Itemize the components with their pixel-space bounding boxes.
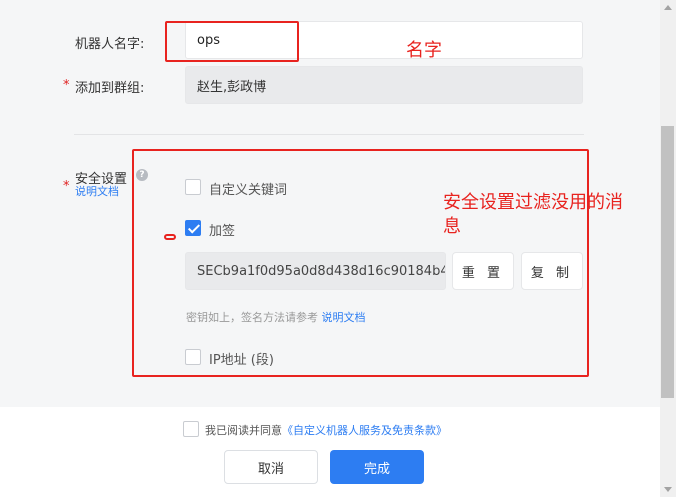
robot-settings-form: 机器人名字: ops * 添加到群组: 赵生,彭政博 * 安全设置 ? 说明文档… bbox=[0, 0, 660, 407]
security-annotation-text: 安全设置过滤没用的消 息 bbox=[443, 191, 657, 239]
section-divider bbox=[74, 134, 584, 135]
required-mark: * bbox=[63, 78, 70, 93]
annotation-mark bbox=[164, 234, 176, 240]
done-button[interactable]: 完成 bbox=[330, 450, 424, 484]
add-to-group-label: 添加到群组: bbox=[75, 81, 145, 96]
name-annotation-text: 名字 bbox=[406, 40, 442, 61]
cancel-button[interactable]: 取消 bbox=[224, 450, 318, 484]
scrollbar-thumb[interactable] bbox=[661, 126, 674, 398]
robot-name-label: 机器人名字: bbox=[75, 37, 145, 52]
security-doc-link[interactable]: 说明文档 bbox=[75, 183, 119, 199]
agree-checkbox[interactable] bbox=[183, 421, 199, 437]
group-value: 赵生,彭政博 bbox=[197, 79, 267, 95]
required-mark-security: * bbox=[63, 179, 70, 194]
security-annotation-line2: 息 bbox=[443, 216, 461, 237]
security-annotation-line1: 安全设置过滤没用的消 bbox=[443, 192, 623, 213]
security-annotation-box bbox=[132, 149, 589, 377]
group-select[interactable]: 赵生,彭政博 bbox=[185, 66, 583, 104]
scroll-up-icon[interactable] bbox=[664, 5, 672, 10]
dialog-footer: 我已阅读并同意《自定义机器人服务及免责条款》 取消 完成 bbox=[0, 407, 660, 497]
name-annotation-box bbox=[165, 21, 299, 62]
scroll-down-icon[interactable] bbox=[664, 487, 672, 492]
agree-prefix: 我已阅读并同意 bbox=[205, 424, 282, 437]
agree-text: 我已阅读并同意《自定义机器人服务及免责条款》 bbox=[205, 422, 447, 438]
terms-link[interactable]: 《自定义机器人服务及免责条款》 bbox=[282, 424, 447, 437]
